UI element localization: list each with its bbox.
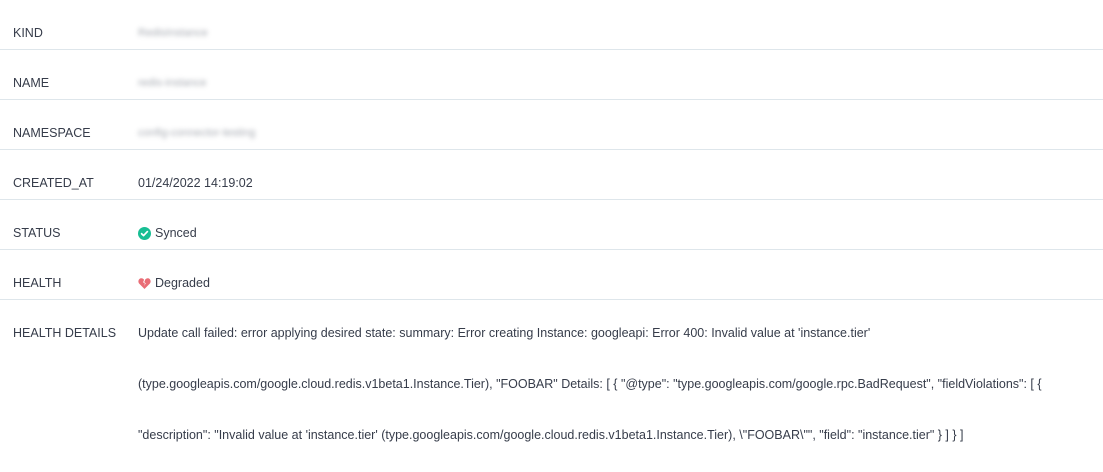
row-health-details: HEALTH DETAILS Update call failed: error… xyxy=(0,300,1103,461)
row-key-namespace: NAMESPACE xyxy=(13,126,91,140)
resource-details-table: KIND RedisInstance NAME redis-instance N… xyxy=(0,0,1103,461)
row-key-created-at: CREATED_AT xyxy=(13,176,94,190)
row-value-created-at: 01/24/2022 14:19:02 xyxy=(138,176,253,190)
row-status: STATUS Synced xyxy=(0,200,1103,250)
row-name: NAME redis-instance xyxy=(0,50,1103,100)
status-label: Synced xyxy=(155,226,197,240)
row-namespace: NAMESPACE config-connector-testing xyxy=(0,100,1103,150)
row-key-health-details: HEALTH DETAILS xyxy=(13,326,117,340)
health-details-line-1: Update call failed: error applying desir… xyxy=(138,326,871,340)
health-details-line-2: (type.googleapis.com/google.cloud.redis.… xyxy=(138,377,1042,391)
row-value-name: redis-instance xyxy=(138,77,207,89)
status-indicator: Synced xyxy=(138,225,197,241)
check-circle-icon xyxy=(138,226,151,240)
row-key-health: HEALTH xyxy=(13,276,62,290)
health-details-line-3: "description": "Invalid value at 'instan… xyxy=(138,428,964,442)
row-value-status: Synced xyxy=(138,200,1103,244)
row-key-kind: KIND xyxy=(13,26,43,40)
health-details-message: Update call failed: error applying desir… xyxy=(138,283,1103,461)
row-created-at: CREATED_AT 01/24/2022 14:19:02 xyxy=(0,150,1103,200)
row-key-status: STATUS xyxy=(13,226,61,240)
row-value-namespace: config-connector-testing xyxy=(138,127,256,139)
row-value-kind: RedisInstance xyxy=(138,27,208,39)
row-kind: KIND RedisInstance xyxy=(0,0,1103,50)
row-key-name: NAME xyxy=(13,76,50,90)
